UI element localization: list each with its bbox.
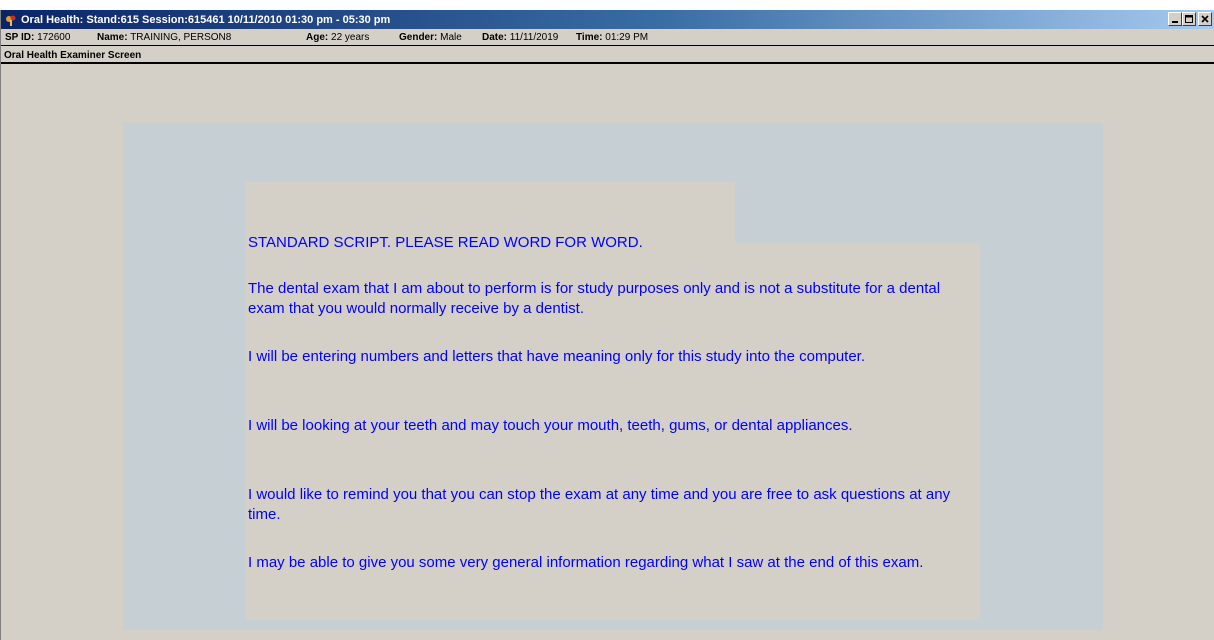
sp-id-value: 172600 bbox=[37, 32, 71, 43]
gender-label: Gender: bbox=[399, 32, 438, 43]
script-heading: STANDARD SCRIPT. PLEASE READ WORD FOR WO… bbox=[248, 234, 643, 251]
maximize-icon bbox=[1185, 15, 1193, 23]
time-value: 01:29 PM bbox=[605, 32, 649, 43]
script-paragraph-4: I would like to remind you that you can … bbox=[248, 486, 951, 523]
exam-time: Time: 01:29 PM bbox=[576, 32, 648, 43]
close-icon bbox=[1201, 15, 1209, 23]
date-label: Date: bbox=[482, 32, 508, 43]
title-bar[interactable]: Oral Health: Stand:615 Session:615461 10… bbox=[1, 10, 1214, 29]
script-paragraph-5: I may be able to give you some very gene… bbox=[248, 554, 924, 571]
date-value: 11/11/2019 bbox=[509, 32, 559, 43]
close-button[interactable] bbox=[1198, 12, 1212, 26]
age-label: Age: bbox=[306, 32, 329, 43]
time-label: Time: bbox=[576, 32, 603, 43]
name-value: TRAINING, PERSON8 bbox=[130, 32, 232, 43]
exam-date: Date: 11/11/2019 bbox=[482, 32, 558, 43]
script-paragraph-1: The dental exam that I am about to perfo… bbox=[248, 280, 941, 317]
gender-value: Male bbox=[440, 32, 462, 43]
minimize-button[interactable] bbox=[1168, 12, 1182, 26]
participant-name: Name: TRAINING, PERSON8 bbox=[97, 32, 231, 43]
window-controls bbox=[1168, 12, 1212, 26]
sp-id-label: SP ID: bbox=[5, 32, 35, 43]
minimize-icon bbox=[1172, 21, 1178, 23]
maximize-button[interactable] bbox=[1182, 12, 1196, 26]
script-paragraph-2: I will be entering numbers and letters t… bbox=[248, 348, 866, 365]
sp-id: SP ID: 172600 bbox=[5, 32, 70, 43]
name-label: Name: bbox=[97, 32, 128, 43]
screen-header: Oral Health Examiner Screen bbox=[1, 47, 1214, 64]
participant-info-bar: SP ID: 172600 Name: TRAINING, PERSON8 Ag… bbox=[1, 29, 1214, 46]
participant-gender: Gender: Male bbox=[399, 32, 462, 43]
screen-title: Oral Health Examiner Screen bbox=[4, 50, 142, 61]
window-title: Oral Health: Stand:615 Session:615461 10… bbox=[21, 13, 391, 26]
script-paragraph-3: I will be looking at your teeth and may … bbox=[248, 417, 853, 434]
participant-age: Age: 22 years bbox=[306, 32, 369, 43]
age-value: 22 years bbox=[331, 32, 370, 43]
app-logo-icon bbox=[6, 15, 16, 26]
